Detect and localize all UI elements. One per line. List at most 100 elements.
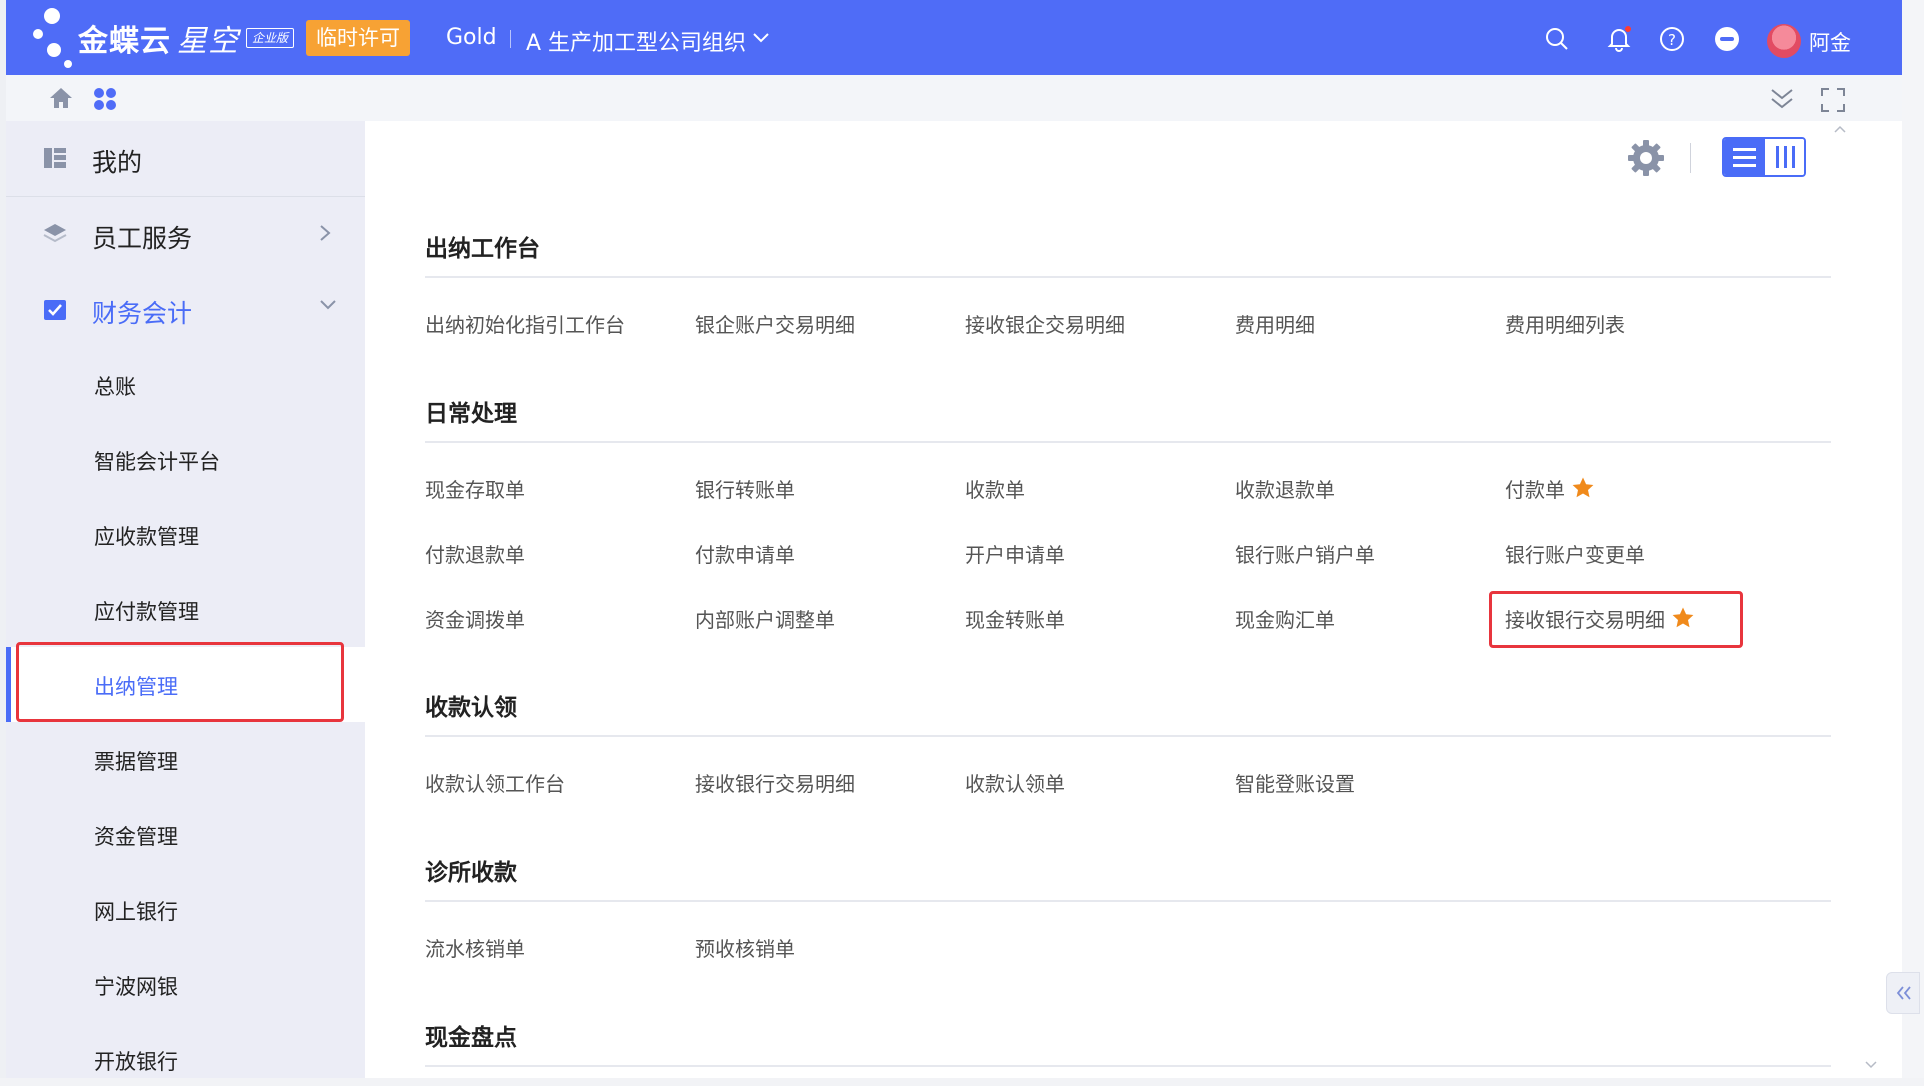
gear-icon[interactable] <box>1626 138 1666 178</box>
column-view-button[interactable] <box>1765 139 1804 175</box>
more-icon[interactable] <box>1714 26 1740 52</box>
sidebar: 我的 员工服务 财务会计 总账 智能会计平台 应收款管理 应付款管理 出纳管理 <box>6 121 365 1078</box>
chevron-down-icon[interactable] <box>752 32 770 44</box>
help-icon[interactable]: ? <box>1659 26 1685 52</box>
view-toggle <box>1722 137 1806 177</box>
brand-sub: 星空 <box>177 24 239 59</box>
edition-badge: 企业版 <box>246 28 294 48</box>
menu-link[interactable]: 收款退款单 <box>1235 474 1335 503</box>
menu-link[interactable]: 接收银行交易明细 <box>695 768 855 797</box>
section-title: 诊所收款 <box>425 860 517 886</box>
sidebar-item-label: 网上银行 <box>94 900 178 924</box>
right-scroll-strip[interactable] <box>1902 0 1924 1086</box>
menu-link[interactable]: 收款认领工作台 <box>425 768 565 797</box>
sidebar-item-funds[interactable]: 资金管理 <box>6 797 365 872</box>
user-name[interactable]: 阿金 <box>1809 27 1851 57</box>
sidebar-item-label: 应收款管理 <box>94 525 199 549</box>
star-icon[interactable] <box>1571 476 1595 500</box>
menu-link[interactable]: 资金调拨单 <box>425 604 525 633</box>
menu-link[interactable]: 收款认领单 <box>965 768 1065 797</box>
menu-link-label: 付款单 <box>1505 478 1565 502</box>
sidebar-item-receivables[interactable]: 应收款管理 <box>6 497 365 572</box>
menu-link[interactable]: 预收核销单 <box>695 933 795 962</box>
tenant-divider <box>510 30 511 48</box>
bell-icon[interactable] <box>1606 26 1632 52</box>
tab-bar <box>6 75 1902 121</box>
section-title: 出纳工作台 <box>425 236 540 262</box>
sidebar-item-finance[interactable]: 财务会计 <box>6 272 365 347</box>
scroll-up-icon[interactable] <box>1833 124 1847 134</box>
layers-icon <box>43 224 67 243</box>
sidebar-item-label: 员工服务 <box>92 224 193 253</box>
menu-link[interactable]: 银行账户销户单 <box>1235 539 1375 568</box>
fullscreen-icon[interactable] <box>1820 87 1846 113</box>
menu-link[interactable]: 开户申请单 <box>965 539 1065 568</box>
section-divider <box>425 900 1831 902</box>
menu-link[interactable]: 现金购汇单 <box>1235 604 1335 633</box>
sidebar-item-online-bank[interactable]: 网上银行 <box>6 872 365 947</box>
sidebar-item-payables[interactable]: 应付款管理 <box>6 572 365 647</box>
section-divider <box>425 441 1831 443</box>
dashboard-icon <box>44 148 66 168</box>
license-badge[interactable]: 临时许可 <box>306 20 410 56</box>
sidebar-item-label: 应付款管理 <box>94 600 199 624</box>
sidebar-item-open-bank[interactable]: 开放银行 <box>6 1022 365 1078</box>
highlight-box <box>1489 591 1743 648</box>
sidebar-item-label: 宁波网银 <box>94 975 178 999</box>
sidebar-item-employee-service[interactable]: 员工服务 <box>6 197 365 272</box>
sidebar-item-ningbo-bank[interactable]: 宁波网银 <box>6 947 365 1022</box>
double-chevron-down-icon[interactable] <box>1768 87 1796 111</box>
chevron-down-icon <box>320 300 336 310</box>
active-indicator <box>6 647 11 722</box>
menu-link[interactable]: 银行账户变更单 <box>1505 539 1645 568</box>
section-divider <box>425 1065 1831 1067</box>
brand-title: 金蝶云 星空 <box>78 16 239 60</box>
menu-link[interactable]: 银企账户交易明细 <box>695 309 855 338</box>
list-icon <box>1733 148 1756 167</box>
sidebar-item-bills[interactable]: 票据管理 <box>6 722 365 797</box>
sidebar-item-label: 总账 <box>94 375 136 399</box>
svg-text:?: ? <box>1668 31 1676 49</box>
home-icon[interactable] <box>48 86 74 110</box>
collapse-panel-button[interactable] <box>1886 972 1920 1014</box>
sidebar-item-label: 票据管理 <box>94 750 178 774</box>
sidebar-item-mine[interactable]: 我的 <box>6 121 365 196</box>
double-chevron-left-icon <box>1896 986 1911 1000</box>
scroll-down-icon[interactable] <box>1864 1060 1878 1070</box>
menu-link[interactable]: 银行转账单 <box>695 474 795 503</box>
menu-link[interactable]: 现金转账单 <box>965 604 1065 633</box>
apps-grid-icon[interactable] <box>93 87 117 111</box>
menu-link[interactable]: 接收银企交易明细 <box>965 309 1125 338</box>
highlight-box <box>16 642 344 722</box>
search-icon[interactable] <box>1544 26 1570 52</box>
sidebar-item-label: 开放银行 <box>94 1050 178 1074</box>
sidebar-item-label: 财务会计 <box>92 299 193 328</box>
sidebar-item-general-ledger[interactable]: 总账 <box>6 347 365 422</box>
menu-link[interactable]: 费用明细列表 <box>1505 309 1625 338</box>
section-divider <box>425 735 1831 737</box>
menu-link[interactable]: 出纳初始化指引工作台 <box>425 309 625 338</box>
sidebar-item-label: 智能会计平台 <box>94 450 220 474</box>
menu-link[interactable]: 付款申请单 <box>695 539 795 568</box>
section-title: 日常处理 <box>425 401 517 427</box>
sidebar-item-smart-accounting[interactable]: 智能会计平台 <box>6 422 365 497</box>
menu-link[interactable]: 收款单 <box>965 474 1025 503</box>
menu-link[interactable]: 现金存取单 <box>425 474 525 503</box>
menu-link-favorite[interactable]: 付款单 <box>1505 474 1595 503</box>
sidebar-item-label: 资金管理 <box>94 825 178 849</box>
brand-main: 金蝶云 <box>78 24 171 59</box>
menu-link[interactable]: 付款退款单 <box>425 539 525 568</box>
menu-link[interactable]: 智能登账设置 <box>1235 768 1355 797</box>
sidebar-item-label: 我的 <box>92 148 143 177</box>
menu-link[interactable]: 内部账户调整单 <box>695 604 835 633</box>
menu-link[interactable]: 流水核销单 <box>425 933 525 962</box>
menu-link[interactable]: 费用明细 <box>1235 309 1315 338</box>
top-bar: 金蝶云 星空 企业版 临时许可 Gold A 生产加工型公司组织 ? 阿金 <box>6 0 1902 75</box>
kingdee-logo-icon <box>33 8 72 68</box>
tenant-name[interactable]: Gold <box>446 25 497 50</box>
list-view-button[interactable] <box>1724 139 1765 175</box>
avatar[interactable] <box>1767 24 1801 58</box>
section-divider <box>425 276 1831 278</box>
org-selector[interactable]: A 生产加工型公司组织 <box>526 25 746 57</box>
finance-check-icon <box>44 300 66 320</box>
